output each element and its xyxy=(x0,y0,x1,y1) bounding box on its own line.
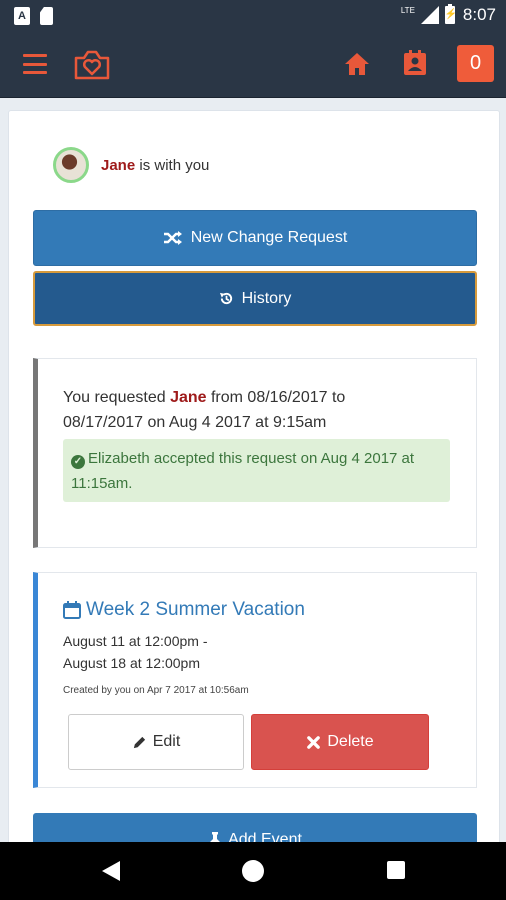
status-bar-notifications: A xyxy=(14,7,53,25)
request-prefix: You requested xyxy=(63,389,166,406)
child-name: Jane xyxy=(101,156,136,174)
shuffle-icon xyxy=(163,231,182,245)
check-circle-icon: ✓ xyxy=(71,455,85,469)
home-circle-icon[interactable] xyxy=(242,860,264,882)
request-child-name: Jane xyxy=(170,389,207,406)
avatar xyxy=(53,147,89,183)
add-event-button[interactable]: Add Event xyxy=(33,813,477,842)
history-label: History xyxy=(241,289,292,307)
add-event-label: Add Event xyxy=(228,831,302,842)
edit-label: Edit xyxy=(152,733,181,750)
camera-heart-logo[interactable] xyxy=(72,46,112,82)
delete-event-button[interactable]: Delete xyxy=(251,714,429,770)
change-request-card: You requested Jane from 08/16/2017 to 08… xyxy=(33,358,477,548)
custody-status: Jane is with you xyxy=(53,147,209,183)
network-type: LTE xyxy=(400,6,415,15)
event-end: August 18 at 12:00pm xyxy=(63,655,200,671)
delete-label: Delete xyxy=(327,733,374,750)
pin-icon xyxy=(210,832,221,842)
new-change-request-button[interactable]: New Change Request xyxy=(33,210,477,266)
with-you-text: is with you xyxy=(139,156,210,174)
calendar-person-icon[interactable] xyxy=(403,50,427,76)
request-summary: You requested Jane from 08/16/2017 to 08… xyxy=(63,385,423,435)
status-bar-system: LTE ⚡ 8:07 xyxy=(400,4,496,25)
notification-count-badge[interactable]: 0 xyxy=(457,45,494,82)
event-created-meta: Created by you on Apr 7 2017 at 10:56am xyxy=(63,685,249,696)
close-icon xyxy=(307,735,321,749)
event-card: Week 2 Summer Vacation August 11 at 12:0… xyxy=(33,572,477,788)
custody-text: Jane is with you xyxy=(101,157,209,174)
request-status-alert: ✓ Elizabeth accepted this request on Aug … xyxy=(63,439,450,502)
status-bar: A LTE ⚡ 8:07 xyxy=(0,0,506,32)
event-title-text: Week 2 Summer Vacation xyxy=(86,599,305,620)
history-icon xyxy=(219,292,232,305)
edit-event-button[interactable]: Edit xyxy=(68,714,244,770)
content-panel: Jane is with you New Change Request Hist… xyxy=(8,110,500,842)
event-dates: August 11 at 12:00pm - August 18 at 12:0… xyxy=(63,630,208,674)
recent-apps-icon[interactable] xyxy=(387,861,405,879)
app-bar: 0 xyxy=(0,32,506,98)
status-clock: 8:07 xyxy=(462,5,496,24)
pencil-icon xyxy=(133,736,145,748)
document-icon xyxy=(40,7,53,25)
battery-icon: ⚡ xyxy=(444,4,457,24)
menu-icon[interactable] xyxy=(23,54,47,74)
signal-icon xyxy=(420,6,439,24)
event-start: August 11 at 12:00pm - xyxy=(63,633,208,649)
calendar-icon xyxy=(63,601,81,619)
back-icon[interactable] xyxy=(102,861,120,881)
home-icon[interactable] xyxy=(344,52,370,76)
main-content: Jane is with you New Change Request Hist… xyxy=(0,98,506,842)
system-nav-bar xyxy=(0,842,506,900)
event-title[interactable]: Week 2 Summer Vacation xyxy=(63,599,305,621)
a-icon: A xyxy=(14,7,30,25)
history-button[interactable]: History xyxy=(33,271,477,326)
new-change-request-label: New Change Request xyxy=(190,229,348,246)
request-status-text: Elizabeth accepted this request on Aug 4… xyxy=(71,450,415,492)
